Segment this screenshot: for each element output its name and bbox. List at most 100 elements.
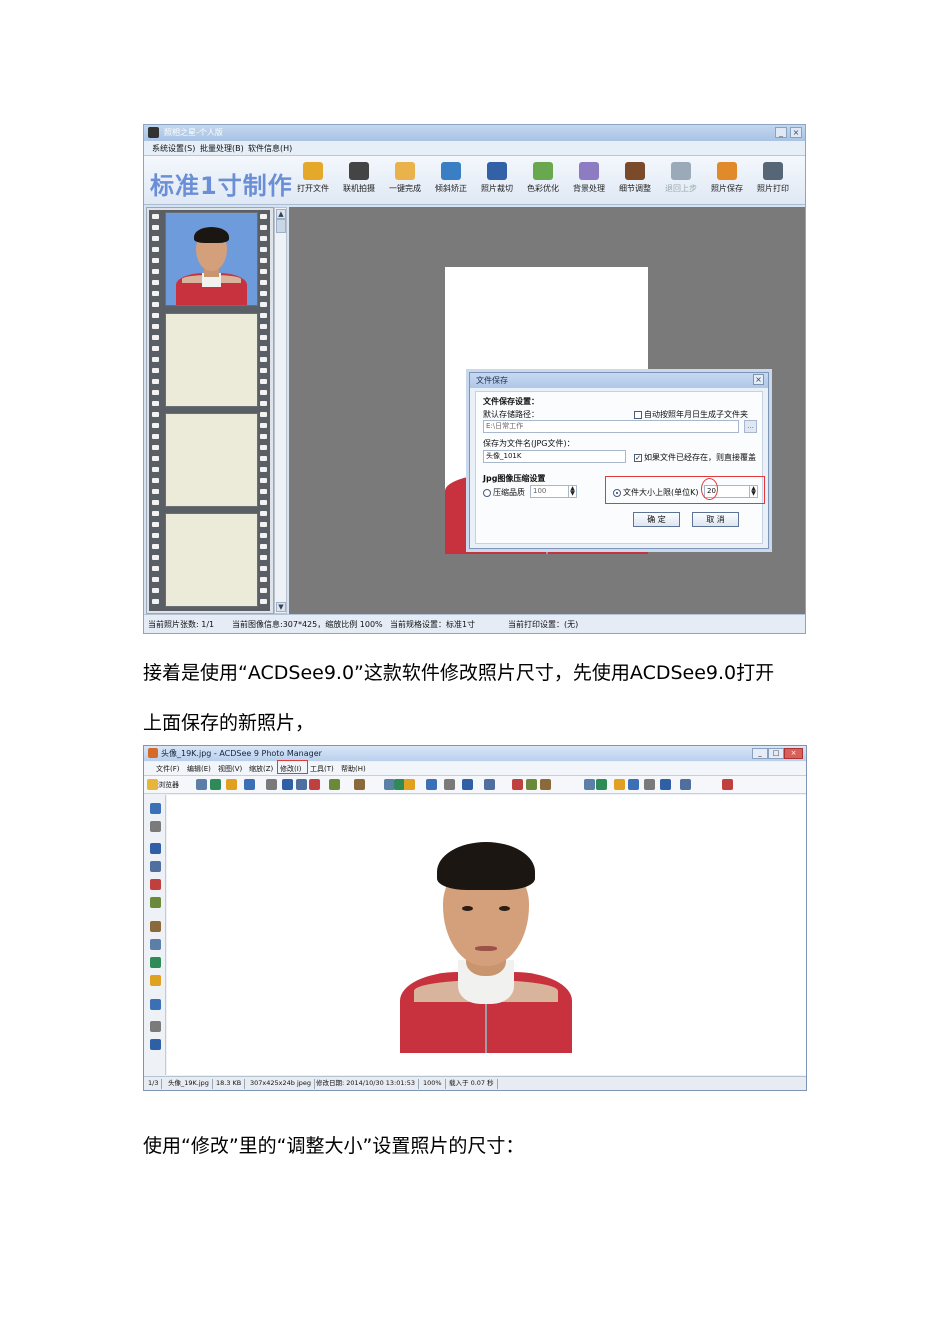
sprocket-hole [260, 423, 267, 428]
toolbar-button[interactable]: 退回上步 [659, 162, 703, 194]
toolbar-tool-icon[interactable] [282, 779, 293, 790]
toolbar-tool-icon[interactable] [596, 779, 607, 790]
menu-zoom[interactable]: 缩放(Z) [249, 764, 273, 774]
menu-tools[interactable]: 工具(T) [310, 764, 334, 774]
toolbar-button[interactable]: 倾斜矫正 [429, 162, 473, 194]
stepper-arrows-icon[interactable]: ▲ ▼ [568, 486, 576, 497]
ok-button[interactable]: 确 定 [633, 512, 680, 527]
toolbar-tool-icon[interactable] [660, 779, 671, 790]
thumbnail-frame[interactable] [165, 413, 258, 507]
auto-subfolder-checkbox[interactable]: 自动按照年月日生成子文件夹 [634, 409, 748, 420]
toolbar-tool-icon[interactable] [680, 779, 691, 790]
toolbar-tool-icon[interactable] [512, 779, 523, 790]
edit-tool-icon[interactable] [150, 897, 161, 908]
toolbar-tool-icon[interactable] [196, 779, 207, 790]
menu-view[interactable]: 视图(V) [218, 764, 242, 774]
toolbar-tool-icon[interactable] [354, 779, 365, 790]
thumbnail-scrollbar[interactable]: ▲ ▼ [274, 207, 287, 614]
toolbar-tool-icon[interactable] [404, 779, 415, 790]
quality-stepper[interactable]: 100 ▲ ▼ [530, 485, 577, 498]
sprocket-hole [152, 566, 159, 571]
menu-edit[interactable]: 编辑(E) [187, 764, 211, 774]
checkbox-icon[interactable] [634, 410, 642, 419]
browser-icon[interactable] [147, 779, 158, 790]
thumbnail-frame[interactable] [165, 212, 258, 306]
menu-item[interactable]: 系统设置(S) [152, 143, 195, 154]
toolbar-tool-icon[interactable] [244, 779, 255, 790]
edit-tool-icon[interactable] [150, 921, 161, 932]
edit-tool-icon[interactable] [150, 1021, 161, 1032]
sprocket-hole [152, 412, 159, 417]
edit-tool-icon[interactable] [150, 1039, 161, 1050]
edit-tool-icon[interactable] [150, 939, 161, 950]
overwrite-checkbox[interactable]: ✓ 如果文件已经存在，则直接覆盖 [634, 452, 756, 463]
toolbar-tool-icon[interactable] [444, 779, 455, 790]
filename-input[interactable]: 头像_101K [483, 450, 626, 463]
quality-radio[interactable]: 压缩品质 [483, 487, 525, 498]
close-icon[interactable]: × [784, 748, 803, 759]
sprocket-hole [260, 379, 267, 384]
toolbar-button[interactable]: 联机拍摄 [337, 162, 381, 194]
save-path-field[interactable]: E:\日常工作 [483, 420, 739, 433]
minimize-icon[interactable]: _ [775, 127, 787, 138]
toolbar-tool-icon[interactable] [644, 779, 655, 790]
toolbar-tool-icon[interactable] [584, 779, 595, 790]
toolbar-tool-icon[interactable] [210, 779, 221, 790]
toolbar-tool-icon[interactable] [722, 779, 733, 790]
close-icon[interactable]: × [790, 127, 802, 138]
minimize-icon[interactable]: _ [752, 748, 768, 759]
edit-tool-icon[interactable] [150, 803, 161, 814]
toolbar-button[interactable]: 背景处理 [567, 162, 611, 194]
title-bar: 头像_19K.jpg - ACDSee 9 Photo Manager _ □ … [144, 746, 806, 761]
toolbar-tool-icon[interactable] [226, 779, 237, 790]
toolbar-tool-icon[interactable] [426, 779, 437, 790]
browse-label[interactable]: 浏览器 [158, 780, 179, 790]
scroll-down-icon[interactable]: ▼ [276, 602, 286, 612]
toolbar-tool-icon[interactable] [526, 779, 537, 790]
dialog-close-icon[interactable]: × [753, 374, 764, 385]
edit-tool-icon[interactable] [150, 999, 161, 1010]
sprocket-hole [260, 368, 267, 373]
edit-tool-icon[interactable] [150, 957, 161, 968]
cancel-button[interactable]: 取 消 [692, 512, 739, 527]
sprocket-hole [152, 478, 159, 483]
thumbnail-frame[interactable] [165, 313, 258, 407]
edit-tool-icon[interactable] [150, 821, 161, 832]
toolbar-button[interactable]: 一键完成 [383, 162, 427, 194]
edit-tool-icon[interactable] [150, 861, 161, 872]
maximize-icon[interactable]: □ [768, 748, 784, 759]
sprocket-hole [260, 291, 267, 296]
checkbox-checked-icon[interactable]: ✓ [634, 453, 642, 462]
toolbar-tool-icon[interactable] [266, 779, 277, 790]
toolbar-button[interactable]: 色彩优化 [521, 162, 565, 194]
toolbar-tool-icon[interactable] [484, 779, 495, 790]
toolbar-tool-icon[interactable] [462, 779, 473, 790]
edit-tool-icon[interactable] [150, 843, 161, 854]
toolbar-tool-icon[interactable] [540, 779, 551, 790]
toolbar-button[interactable]: 照片裁切 [475, 162, 519, 194]
toolbar-tool-icon[interactable] [329, 779, 340, 790]
radio-icon[interactable] [483, 488, 491, 497]
scroll-thumb[interactable] [276, 219, 286, 233]
toolbar-button[interactable]: 打开文件 [291, 162, 335, 194]
thumbnail-frame[interactable] [165, 513, 258, 607]
menu-file[interactable]: 文件(F) [156, 764, 180, 774]
menu-item[interactable]: 软件信息(H) [248, 143, 292, 154]
scroll-up-icon[interactable]: ▲ [276, 209, 286, 219]
toolbar-button[interactable]: 细节调整 [613, 162, 657, 194]
edit-tool-icon[interactable] [150, 975, 161, 986]
toolbar-tool-icon[interactable] [309, 779, 320, 790]
toolbar-tool-icon[interactable] [296, 779, 307, 790]
sprocket-hole [260, 544, 267, 549]
edit-tool-icon[interactable] [150, 879, 161, 890]
menu-help[interactable]: 帮助(H) [341, 764, 366, 774]
toolbar-tool-icon[interactable] [614, 779, 625, 790]
toolbar-button[interactable]: 照片打印 [751, 162, 795, 194]
sprocket-hole [260, 434, 267, 439]
sprocket-hole [152, 236, 159, 241]
toolbar-tool-icon[interactable] [628, 779, 639, 790]
status-item: 当前图像信息:307*425，缩放比例 100% [232, 620, 383, 629]
browse-button[interactable]: ... [744, 420, 757, 433]
menu-item[interactable]: 批量处理(B) [200, 143, 244, 154]
toolbar-button[interactable]: 照片保存 [705, 162, 749, 194]
